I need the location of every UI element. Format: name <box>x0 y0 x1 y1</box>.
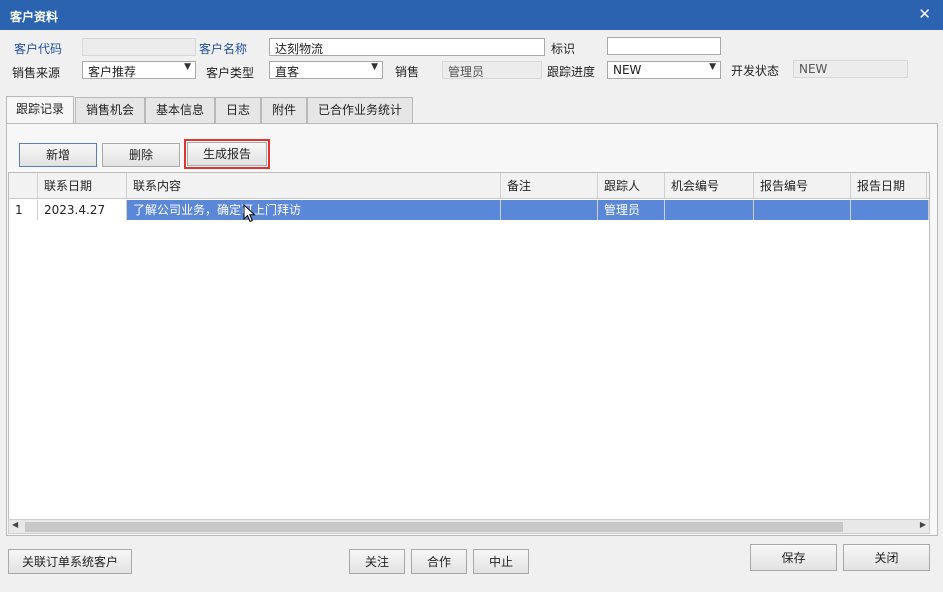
type-select[interactable]: 直客 ▼ <box>269 61 383 79</box>
dev-status-label: 开发状态 <box>731 64 780 78</box>
chevron-down-icon[interactable]: ▼ <box>371 62 378 72</box>
customer-name-field[interactable]: 达刻物流 <box>269 38 545 56</box>
mark-label: 标识 <box>551 42 576 56</box>
customer-code-label: 客户代码 <box>14 42 63 56</box>
add-button[interactable]: 新增 <box>19 143 97 167</box>
cell-contact-date[interactable]: 2023.4.27 <box>38 200 127 220</box>
cell-contact-content[interactable]: 了解公司业务，确定可上门拜访 <box>127 200 501 220</box>
mark-field[interactable] <box>607 37 721 55</box>
chevron-down-icon[interactable]: ▼ <box>184 62 191 72</box>
close-icon[interactable]: ✕ <box>918 5 931 23</box>
tab-log[interactable]: 日志 <box>215 97 261 123</box>
cell-remark[interactable] <box>501 200 598 220</box>
close-button[interactable]: 关闭 <box>843 544 930 571</box>
column-header-contact-date[interactable]: 联系日期 <box>38 173 127 199</box>
source-select[interactable]: 客户推荐 ▼ <box>82 61 196 79</box>
cell-report-date[interactable] <box>851 200 929 220</box>
stop-button[interactable]: 中止 <box>473 549 529 574</box>
cell-opportunity-no[interactable] <box>665 200 754 220</box>
cooperate-button[interactable]: 合作 <box>411 549 467 574</box>
progress-value: NEW <box>613 63 642 77</box>
type-label: 客户类型 <box>206 66 255 80</box>
tab-attachments[interactable]: 附件 <box>261 97 307 123</box>
report-button-highlight <box>184 139 270 169</box>
scroll-left-icon[interactable]: ◀ <box>12 520 18 529</box>
source-value: 客户推荐 <box>88 65 137 79</box>
sales-label: 销售 <box>395 65 420 79</box>
column-header-tracker[interactable]: 跟踪人 <box>598 173 665 199</box>
column-header-report-no[interactable]: 报告编号 <box>754 173 851 199</box>
delete-button[interactable]: 删除 <box>102 143 180 167</box>
tab-business-stats[interactable]: 已合作业务统计 <box>307 97 413 123</box>
tab-sales-opportunity[interactable]: 销售机会 <box>75 97 145 123</box>
customer-name-label: 客户名称 <box>199 42 248 56</box>
column-header-index <box>9 173 38 199</box>
tab-basic-info[interactable]: 基本信息 <box>145 97 215 123</box>
type-value: 直客 <box>275 65 300 79</box>
mouse-pointer-icon <box>243 204 256 223</box>
row-index: 1 <box>9 200 38 220</box>
column-header-remark[interactable]: 备注 <box>501 173 598 199</box>
follow-button[interactable]: 关注 <box>349 549 405 574</box>
progress-label: 跟踪进度 <box>547 65 596 79</box>
tab-tracking-records[interactable]: 跟踪记录 <box>6 96 74 124</box>
tracking-grid: 联系日期 联系内容 备注 跟踪人 机会编号 报告编号 报告日期 1 2023.4… <box>8 172 930 520</box>
column-header-report-date[interactable]: 报告日期 <box>851 173 927 199</box>
customer-code-field[interactable] <box>82 38 196 56</box>
title-bar: 客户资料 ✕ <box>0 0 943 30</box>
chevron-down-icon[interactable]: ▼ <box>709 62 716 72</box>
link-order-customer-button[interactable]: 关联订单系统客户 <box>8 549 132 574</box>
grid-header: 联系日期 联系内容 备注 跟踪人 机会编号 报告编号 报告日期 <box>9 173 929 199</box>
sales-field[interactable]: 管理员 <box>442 61 542 79</box>
dev-status-field[interactable]: NEW <box>793 60 908 78</box>
horizontal-scrollbar[interactable]: ◀ ▶ <box>8 519 930 534</box>
scroll-right-icon[interactable]: ▶ <box>920 520 926 529</box>
table-row[interactable]: 1 2023.4.27 了解公司业务，确定可上门拜访 管理员 <box>9 200 929 220</box>
cell-tracker[interactable]: 管理员 <box>598 200 665 220</box>
scrollbar-thumb[interactable] <box>25 522 843 532</box>
progress-select[interactable]: NEW ▼ <box>607 61 721 79</box>
save-button[interactable]: 保存 <box>750 544 837 571</box>
column-header-opportunity-no[interactable]: 机会编号 <box>665 173 754 199</box>
window-title: 客户资料 <box>10 10 59 24</box>
source-label: 销售来源 <box>12 66 61 80</box>
cell-report-no[interactable] <box>754 200 851 220</box>
column-header-contact-content[interactable]: 联系内容 <box>127 173 501 199</box>
